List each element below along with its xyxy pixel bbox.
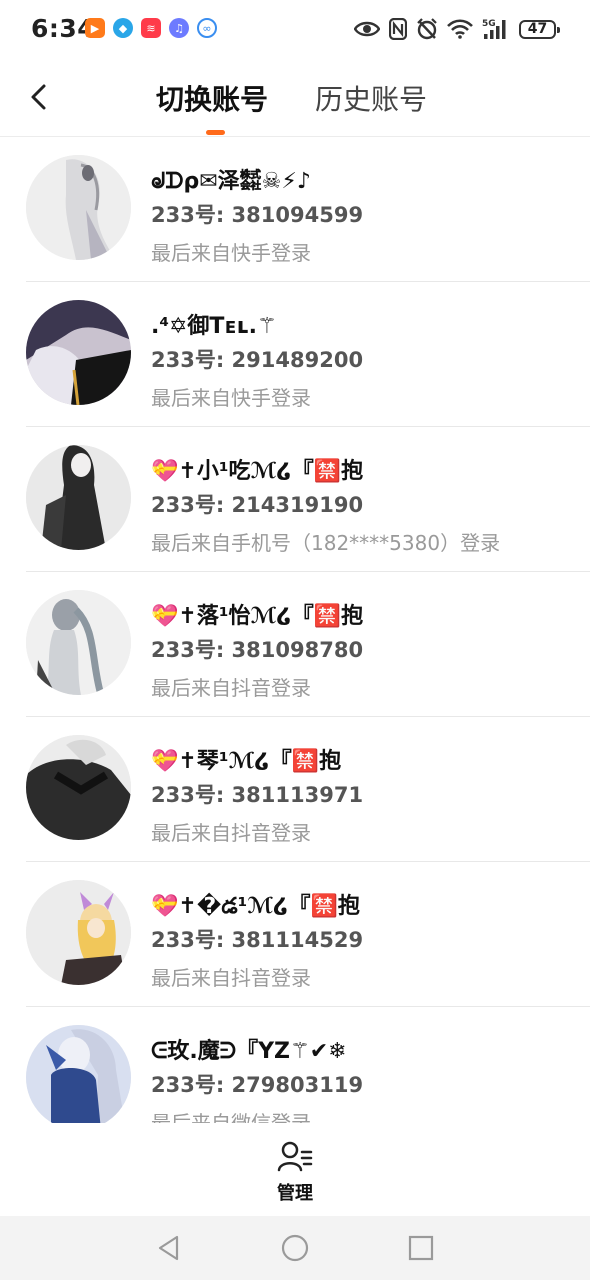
active-tab-indicator [206,130,225,135]
top-bar: 切换账号 历史账号 [0,60,590,137]
account-name: .⁴✡御Tᴇʟ.⚚ [151,314,277,339]
manage-label: 管理 [277,1183,313,1204]
account-row[interactable]: 💝✝�డ¹ℳ໒『🈲抱 233号: 381114529 最后来自抖音登录 [0,862,590,1007]
kuaishou-app-icon: ▶ [85,18,105,38]
avatar [26,300,131,405]
account-name: 💝✝落¹怡ℳ໒『🈲抱 [151,604,364,629]
account-row[interactable]: ᖙᗪρ✉泽㍿☠⚡♪ 233号: 381094599 最后来自快手登录 [0,137,590,282]
login-source: 最后来自微信登录 [151,1111,311,1123]
avatar [26,590,131,695]
wifi-icon [447,16,473,42]
system-nav-bar [0,1216,590,1280]
bottom-bar: 管理 [0,1123,590,1216]
manage-button[interactable]: 管理 [265,1139,325,1209]
account-id: 233号: 381098780 [151,638,364,662]
account-row[interactable]: ᕮ玫.魔ᕭ『YZ⚚✔❄ 233号: 279803119 最后来自微信登录 [0,1007,590,1123]
status-bar: 6:34 ▶ ◆ ≋ ♫ ∞ 5G 47 [0,0,590,60]
account-name: ᕮ玫.魔ᕭ『YZ⚚✔❄ [151,1039,347,1064]
account-row[interactable]: .⁴✡御Tᴇʟ.⚚ 233号: 291489200 最后来自快手登录 [0,282,590,427]
account-row[interactable]: 💝✝落¹怡ℳ໒『🈲抱 233号: 381098780 最后来自抖音登录 [0,572,590,717]
signal-5g-label: 5G [482,19,496,29]
cellular-signal-icon: 5G [482,16,510,42]
login-source: 最后来自抖音登录 [151,676,311,700]
account-id: 233号: 291489200 [151,348,364,372]
app-icon-chat: ∞ [197,18,217,38]
login-source: 最后来自快手登录 [151,241,311,265]
back-arrow-icon [31,84,46,110]
nav-recents-button[interactable] [406,1233,436,1263]
alarm-off-icon [416,16,438,42]
account-id: 233号: 381094599 [151,203,364,227]
avatar [26,1025,131,1123]
nav-home-button[interactable] [280,1233,310,1263]
login-source: 最后来自手机号（182****5380）登录 [151,531,501,555]
triangle-back-icon [158,1235,179,1261]
account-name: 💝✝琴¹ℳ໒『🈲抱 [151,749,342,774]
status-app-icons: ▶ ◆ ≋ ♫ ∞ [85,18,217,38]
square-recents-icon [408,1235,434,1261]
account-id: 233号: 279803119 [151,1073,364,1097]
battery-indicator: 47 [519,19,560,39]
eye-icon [354,16,380,42]
circle-home-icon [281,1234,309,1262]
account-list: ᖙᗪρ✉泽㍿☠⚡♪ 233号: 381094599 最后来自快手登录 .⁴✡御T… [0,137,590,1123]
account-name: ᖙᗪρ✉泽㍿☠⚡♪ [151,169,311,194]
nav-back-button[interactable] [154,1233,184,1263]
status-indicators: 5G 47 [354,16,560,42]
login-source: 最后来自抖音登录 [151,966,311,990]
avatar [26,735,131,840]
music-app-icon: ♫ [169,18,189,38]
account-row[interactable]: 💝✝琴¹ℳ໒『🈲抱 233号: 381113971 最后来自抖音登录 [0,717,590,862]
account-row[interactable]: 💝✝小¹吃ℳ໒『🈲抱 233号: 214319190 最后来自手机号（182**… [0,427,590,572]
app-icon-blue: ◆ [113,18,133,38]
account-id: 233号: 214319190 [151,493,364,517]
account-name: 💝✝�డ¹ℳ໒『🈲抱 [151,894,360,919]
avatar [26,445,131,550]
account-id: 233号: 381114529 [151,928,364,952]
avatar [26,155,131,260]
nfc-icon [389,16,407,42]
tab-switch-account[interactable]: 切换账号 [156,78,268,118]
account-id: 233号: 381113971 [151,783,364,807]
account-name: 💝✝小¹吃ℳ໒『🈲抱 [151,459,364,484]
login-source: 最后来自快手登录 [151,386,311,410]
tab-history-account[interactable]: 历史账号 [315,78,427,118]
login-source: 最后来自抖音登录 [151,821,311,845]
user-manage-icon [277,1141,313,1172]
back-button[interactable] [24,80,58,114]
avatar [26,880,131,985]
app-icon-red: ≋ [141,18,161,38]
